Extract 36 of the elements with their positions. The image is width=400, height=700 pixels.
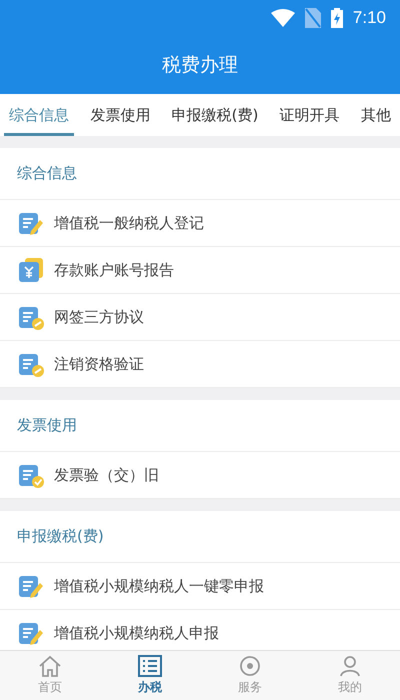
pencil-document-icon — [18, 620, 44, 646]
yen-card-icon — [18, 257, 44, 283]
user-icon — [338, 655, 362, 677]
home-icon — [38, 655, 62, 677]
item-label: 增值税一般纳税人登记 — [54, 214, 204, 232]
item-label: 发票验（交）旧 — [54, 466, 159, 484]
pencil-document-icon — [18, 573, 44, 599]
list-icon — [138, 655, 162, 677]
category-tab[interactable]: 申报缴税(费) — [166, 94, 264, 136]
service-item[interactable]: 注销资格验证 — [0, 341, 400, 388]
pencil-document-icon — [18, 210, 44, 236]
category-tab[interactable]: 综合信息 — [4, 94, 74, 136]
service-item[interactable]: 发票验（交）旧 — [0, 452, 400, 499]
item-label: 注销资格验证 — [54, 354, 144, 374]
category-tab[interactable]: 其他 — [356, 94, 396, 136]
section-title: 发票使用 — [17, 416, 77, 435]
wifi-icon — [270, 9, 295, 27]
page-title: 税费办理 — [162, 53, 238, 78]
section-title: 申报缴税(费) — [17, 527, 104, 546]
battery-charging-icon — [330, 8, 343, 28]
service-item[interactable]: 网签三方协议 — [0, 294, 400, 341]
section-title: 综合信息 — [17, 164, 77, 183]
service-item[interactable]: 增值税小规模纳税人一键零申报 — [0, 563, 400, 610]
nav-item[interactable]: 办税 — [100, 651, 200, 700]
status-time: 7:10 — [352, 8, 386, 28]
service-item[interactable]: 存款账户账号报告 — [0, 247, 400, 294]
check-document-icon — [18, 462, 44, 488]
item-label: 增值税小规模纳税人一键零申报 — [54, 576, 264, 596]
category-tab[interactable]: 发票使用 — [85, 94, 156, 136]
item-label: 增值税小规模纳税人申报 — [54, 624, 219, 642]
item-label: 网签三方协议 — [54, 308, 144, 326]
service-icon — [238, 655, 262, 677]
item-label: 存款账户账号报告 — [54, 260, 174, 280]
service-item[interactable]: 增值税一般纳税人登记 — [0, 200, 400, 247]
no-sim-icon — [304, 8, 321, 28]
category-tab[interactable]: 证明开具 — [274, 94, 345, 136]
